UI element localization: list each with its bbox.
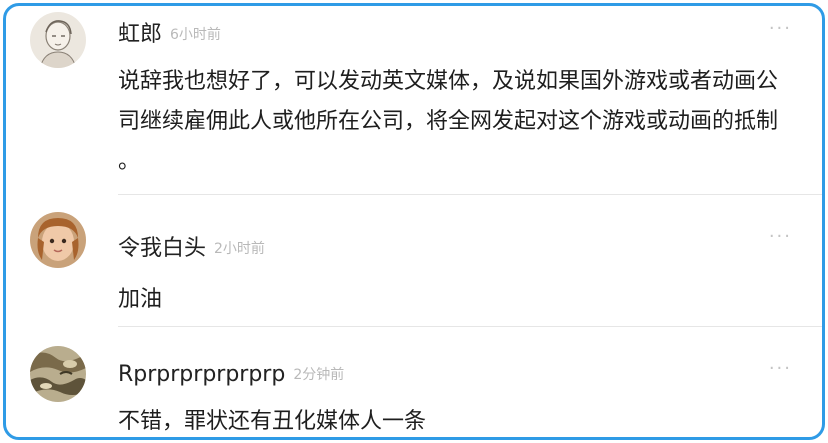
divider: [118, 194, 822, 195]
timestamp: 2分钟前: [293, 367, 345, 383]
avatar[interactable]: [30, 12, 86, 68]
avatar[interactable]: [30, 346, 86, 402]
divider: [118, 326, 822, 327]
username-text[interactable]: Rprprprprprprp: [118, 362, 285, 387]
more-options-icon[interactable]: ···: [769, 226, 792, 247]
username-text[interactable]: 令我白头: [118, 236, 206, 261]
timestamp: 6小时前: [170, 27, 221, 43]
comment-text: 说辞我也想好了，可以发动英文媒体，及说如果国外游戏或者动画公司继续雇佣此人或他所…: [118, 69, 779, 174]
comment-text: 不错，罪状还有丑化媒体人一条: [118, 409, 427, 434]
more-options-icon[interactable]: ···: [769, 358, 792, 379]
sketch-portrait-avatar-icon: [30, 12, 86, 68]
comment-list-frame: 虹郎 6小时前 ··· 说辞我也想好了，可以发动英文媒体，及说如果国外游戏或者动画…: [3, 3, 825, 440]
child-photo-avatar-icon: [30, 212, 86, 268]
username[interactable]: Rprprprprprprp 2分钟前: [118, 362, 344, 387]
avatar[interactable]: [30, 212, 86, 268]
comment-item: Rprprprprprprp 2分钟前 ··· 不错，罪状还有丑化媒体人一条: [6, 328, 822, 437]
comment-text: 加油: [118, 287, 163, 312]
username[interactable]: 虹郎 6小时前: [118, 16, 221, 48]
username[interactable]: 令我白头 2小时前: [118, 230, 265, 262]
camouflage-avatar-icon: [30, 346, 86, 402]
timestamp: 2小时前: [214, 241, 265, 257]
comment-item: 令我白头 2小时前 ··· 加油: [6, 196, 822, 326]
more-options-icon[interactable]: ···: [769, 18, 792, 39]
username-text[interactable]: 虹郎: [118, 22, 162, 47]
comment-item: 虹郎 6小时前 ··· 说辞我也想好了，可以发动英文媒体，及说如果国外游戏或者动画…: [6, 6, 822, 194]
